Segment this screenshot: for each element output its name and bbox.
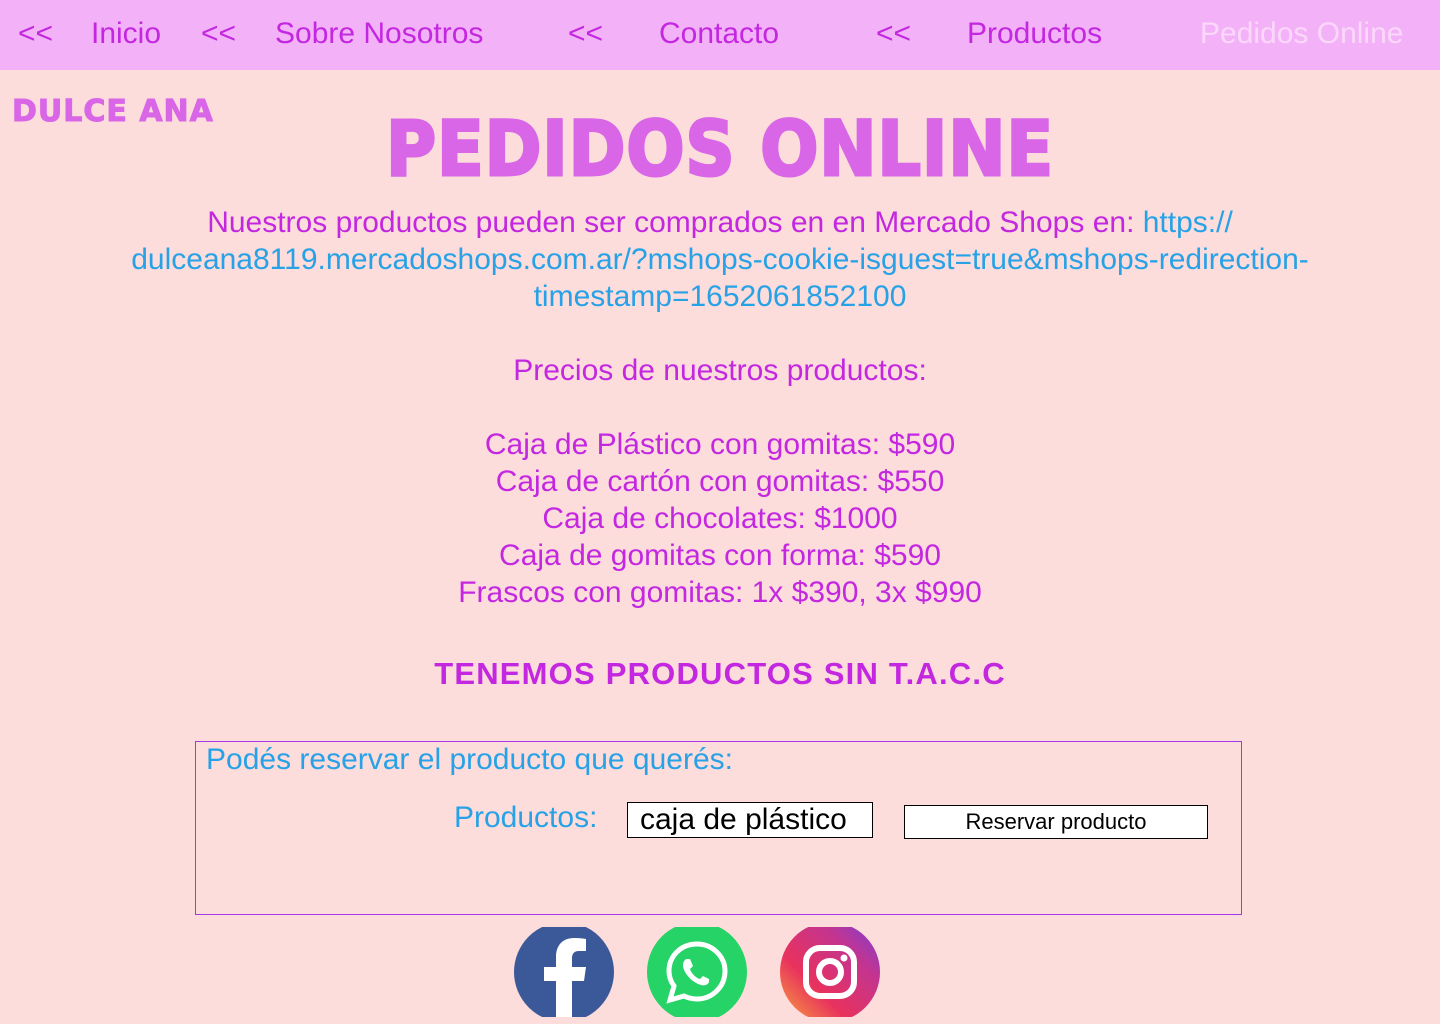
- price-item: Caja de Plástico con gomitas: $590: [484, 428, 956, 461]
- nav-item-contacto[interactable]: Contacto: [659, 16, 779, 52]
- nav-item-sobre-nosotros[interactable]: Sobre Nosotros: [275, 16, 483, 52]
- instagram-icon[interactable]: [780, 927, 880, 1017]
- facebook-icon[interactable]: [514, 927, 614, 1017]
- price-item: Caja de cartón con gomitas: $550: [495, 465, 945, 498]
- product-label: Productos:: [454, 801, 598, 834]
- page-title: PEDIDOS ONLINE: [385, 103, 1055, 195]
- nav-arrow-3[interactable]: <<: [568, 16, 603, 52]
- nav-arrow-1[interactable]: <<: [18, 16, 53, 52]
- price-list: Caja de Plástico con gomitas: $590 Caja …: [0, 426, 1440, 611]
- nav-arrow-4[interactable]: <<: [876, 16, 911, 52]
- reserve-product-button[interactable]: Reservar producto: [904, 805, 1208, 839]
- reservation-form: Podés reservar el producto que querés: P…: [195, 741, 1242, 915]
- product-select[interactable]: caja de plástico: [627, 802, 873, 838]
- whatsapp-icon[interactable]: [647, 927, 747, 1017]
- mercadoshops-link-part1[interactable]: https://: [1143, 206, 1233, 239]
- nav-arrow-2[interactable]: <<: [201, 16, 236, 52]
- nav-item-inicio[interactable]: Inicio: [91, 16, 161, 52]
- form-heading: Podés reservar el producto que querés:: [206, 743, 733, 776]
- prices-heading: Precios de nuestros productos:: [513, 354, 927, 387]
- intro-text: Nuestros productos pueden ser comprados …: [207, 206, 1143, 239]
- price-item: Caja de gomitas con forma: $590: [499, 539, 941, 572]
- price-item: Caja de chocolates: $1000: [542, 502, 898, 535]
- tacc-notice: TENEMOS PRODUCTOS SIN T.A.C.C: [434, 656, 1006, 691]
- price-item: Frascos con gomitas: 1x $390, 3x $990: [458, 576, 982, 609]
- top-nav: << Inicio << Sobre Nosotros << Contacto …: [0, 0, 1440, 70]
- nav-item-productos[interactable]: Productos: [967, 16, 1102, 52]
- nav-item-pedidos-online[interactable]: Pedidos Online: [1200, 16, 1403, 52]
- mercadoshops-link-part2[interactable]: dulceana8119.mercadoshops.com.ar/?mshops…: [0, 241, 1440, 278]
- mercadoshops-link-part3[interactable]: timestamp=1652061852100: [0, 278, 1440, 315]
- intro-paragraph: Nuestros productos pueden ser comprados …: [0, 204, 1440, 315]
